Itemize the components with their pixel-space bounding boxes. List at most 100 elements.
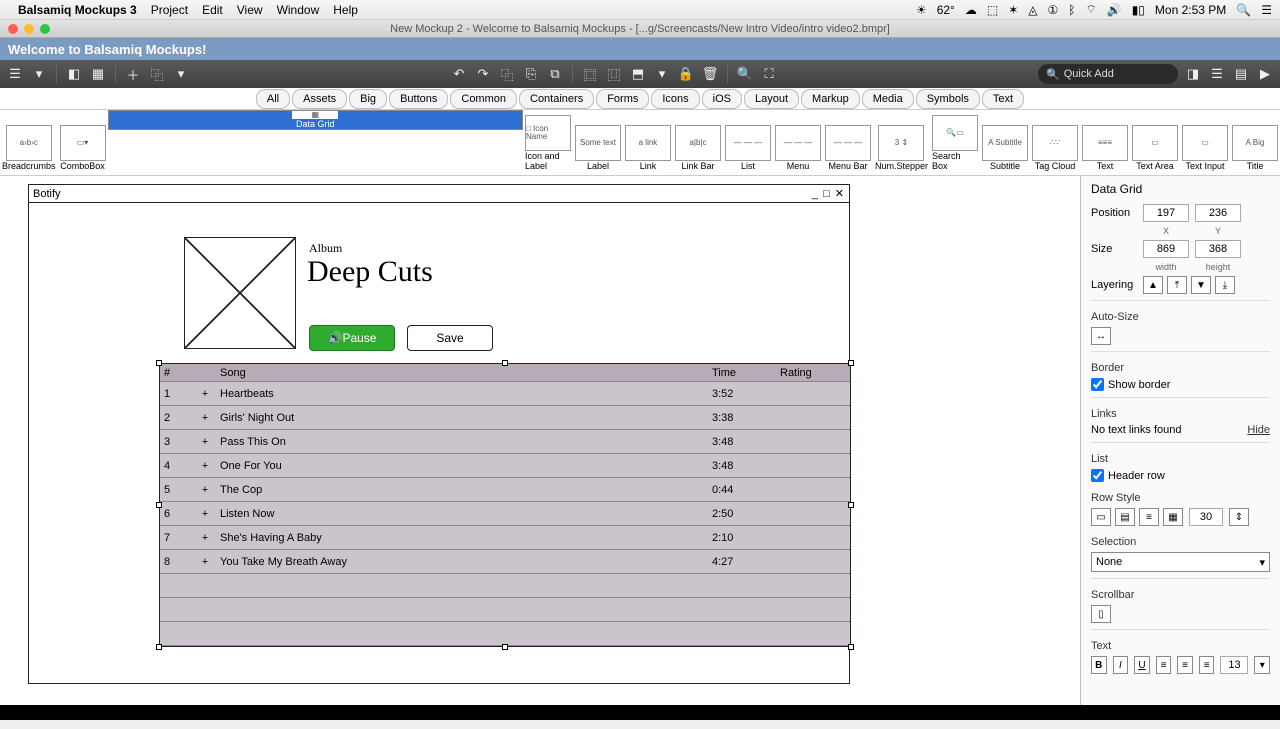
align-icon[interactable]: ⬒ [629, 65, 647, 83]
spotlight-icon[interactable]: 🔍 [1236, 3, 1251, 17]
chevron-down-icon[interactable]: ▾ [30, 65, 48, 83]
mockup-data-grid[interactable]: #SongTimeRating1+Heartbeats3:522+Girls' … [159, 363, 851, 647]
uilib-item[interactable]: ▭▾ComboBox [58, 110, 108, 175]
uilib-item[interactable]: A SubtitleSubtitle [980, 110, 1030, 175]
uilib-item[interactable]: ≡≡≡Text [1080, 110, 1130, 175]
cut-icon[interactable]: ⧉ [546, 65, 564, 83]
tab-assets[interactable]: Assets [292, 89, 347, 109]
save-button[interactable]: Save [407, 325, 493, 351]
group-icon[interactable]: ⿴ [581, 65, 599, 83]
row-style-lines-button[interactable]: ≡ [1139, 508, 1159, 526]
menu-edit[interactable]: Edit [202, 3, 223, 17]
resize-handle[interactable] [156, 644, 162, 650]
lock-icon[interactable]: 🔒 [677, 65, 695, 83]
position-x-input[interactable] [1143, 204, 1189, 222]
chevron-down-icon[interactable]: ▾ [653, 65, 671, 83]
tab-text[interactable]: Text [982, 89, 1024, 109]
font-size-input[interactable] [1220, 656, 1248, 674]
wifi-icon[interactable]: ⌔ [1085, 2, 1096, 17]
resize-handle[interactable] [156, 360, 162, 366]
fullscreen-icon[interactable]: ⛶ [760, 65, 778, 83]
tab-buttons[interactable]: Buttons [389, 89, 448, 109]
size-width-input[interactable] [1143, 240, 1189, 258]
battery-icon[interactable]: ▮▯ [1132, 3, 1145, 17]
table-row[interactable]: 1+Heartbeats3:52 [160, 382, 850, 406]
menu-window[interactable]: Window [277, 3, 320, 17]
app-name[interactable]: Balsamiq Mockups 3 [18, 3, 137, 17]
position-y-input[interactable] [1195, 204, 1241, 222]
tab-big[interactable]: Big [349, 89, 387, 109]
properties-icon[interactable]: ▤ [1232, 65, 1250, 83]
undo-icon[interactable]: ↶ [450, 65, 468, 83]
align-left-button[interactable]: ≡ [1156, 656, 1172, 674]
tab-markup[interactable]: Markup [801, 89, 860, 109]
menu-project[interactable]: Project [151, 3, 188, 17]
redo-icon[interactable]: ↷ [474, 65, 492, 83]
comments-icon[interactable]: ☰ [1208, 65, 1226, 83]
show-border-checkbox[interactable]: Show border [1091, 378, 1270, 391]
align-right-button[interactable]: ≡ [1199, 656, 1215, 674]
table-row[interactable]: 6+Listen Now2:50 [160, 502, 850, 526]
selection-dropdown[interactable]: None▾ [1091, 552, 1270, 572]
paste-icon[interactable]: ⎘ [522, 65, 540, 83]
row-style-plain-button[interactable]: ▭ [1091, 508, 1111, 526]
volume-icon[interactable]: 🔊 [1107, 3, 1122, 17]
trash-icon[interactable]: 🗑 [701, 65, 719, 83]
tab-layout[interactable]: Layout [744, 89, 799, 109]
bold-button[interactable]: B [1091, 656, 1107, 674]
panel-toggle-icon[interactable]: ◨ [1184, 65, 1202, 83]
uilib-item[interactable]: ▦Data Grid [108, 110, 523, 130]
bluetooth-icon[interactable]: ᛒ [1068, 3, 1075, 17]
uilib-item[interactable]: a›b›cBreadcrumbs [0, 110, 58, 175]
table-row[interactable]: 4+One For You3:48 [160, 454, 850, 478]
resize-handle[interactable] [502, 644, 508, 650]
chevron-down-icon[interactable]: ▾ [172, 65, 190, 83]
bring-front-button[interactable]: ⤒ [1167, 276, 1187, 294]
menu-icon[interactable]: ☰ [6, 65, 24, 83]
uilib-item[interactable]: ▭Text Input [1180, 110, 1230, 175]
send-back-button[interactable]: ⤓ [1215, 276, 1235, 294]
tab-forms[interactable]: Forms [596, 89, 649, 109]
row-height-stepper[interactable]: ⇕ [1229, 508, 1249, 526]
updates-icon[interactable]: ① [1047, 3, 1058, 17]
duplicate-icon[interactable]: ⿻ [148, 65, 166, 83]
align-center-button[interactable]: ≡ [1177, 656, 1193, 674]
uilib-item[interactable]: ▭Text Area [1130, 110, 1180, 175]
uilib-item[interactable]: — — —List [723, 110, 773, 175]
tab-symbols[interactable]: Symbols [916, 89, 980, 109]
row-style-grid-button[interactable]: ▦ [1163, 508, 1183, 526]
ungroup-icon[interactable]: ⿶ [605, 65, 623, 83]
canvas[interactable]: Botify _ □ ✕ Album Deep Cuts 🔊 Pause Sav… [0, 176, 1080, 717]
cloud-icon[interactable]: ☁ [965, 3, 977, 17]
tab-ios[interactable]: iOS [702, 89, 742, 109]
uilib-item[interactable]: □ Icon NameIcon and Label [523, 110, 573, 175]
resize-handle[interactable] [156, 502, 162, 508]
mockup-image-placeholder[interactable] [184, 237, 296, 349]
uilib-item[interactable]: 🔍▭Search Box [930, 110, 980, 175]
menu-help[interactable]: Help [333, 3, 358, 17]
tab-common[interactable]: Common [450, 89, 517, 109]
header-row-checkbox[interactable]: Header row [1091, 469, 1270, 482]
ui-library-strip[interactable]: a›b›cBreadcrumbs▭▾ComboBox▦Data Grid□ Ic… [0, 110, 1280, 176]
resize-handle[interactable] [502, 360, 508, 366]
uilib-item[interactable]: 3 ⇕Num.Stepper [873, 110, 930, 175]
sync-icon[interactable]: ✶ [1008, 3, 1018, 17]
uilib-item[interactable]: a|b|cLink Bar [673, 110, 723, 175]
italic-button[interactable]: I [1113, 656, 1129, 674]
tab-all[interactable]: All [256, 89, 290, 109]
resize-handle[interactable] [848, 502, 854, 508]
bring-forward-button[interactable]: ▲ [1143, 276, 1163, 294]
mockup-window[interactable]: Botify _ □ ✕ Album Deep Cuts 🔊 Pause Sav… [28, 184, 850, 684]
clock[interactable]: Mon 2:53 PM [1155, 3, 1226, 17]
row-style-alt-button[interactable]: ▤ [1115, 508, 1135, 526]
tab-containers[interactable]: Containers [519, 89, 594, 109]
scrollbar-toggle[interactable]: ▯ [1091, 605, 1111, 623]
uilib-item[interactable]: — — —Menu Bar [823, 110, 873, 175]
panel-left-icon[interactable]: ◧ [65, 65, 83, 83]
uilib-item[interactable]: a linkLink [623, 110, 673, 175]
add-icon[interactable]: ＋ [124, 65, 142, 83]
dropbox-icon[interactable]: ⬚ [987, 3, 998, 17]
tab-media[interactable]: Media [862, 89, 914, 109]
tab-icons[interactable]: Icons [651, 89, 699, 109]
quick-add-search[interactable]: 🔍 Quick Add [1038, 64, 1178, 84]
